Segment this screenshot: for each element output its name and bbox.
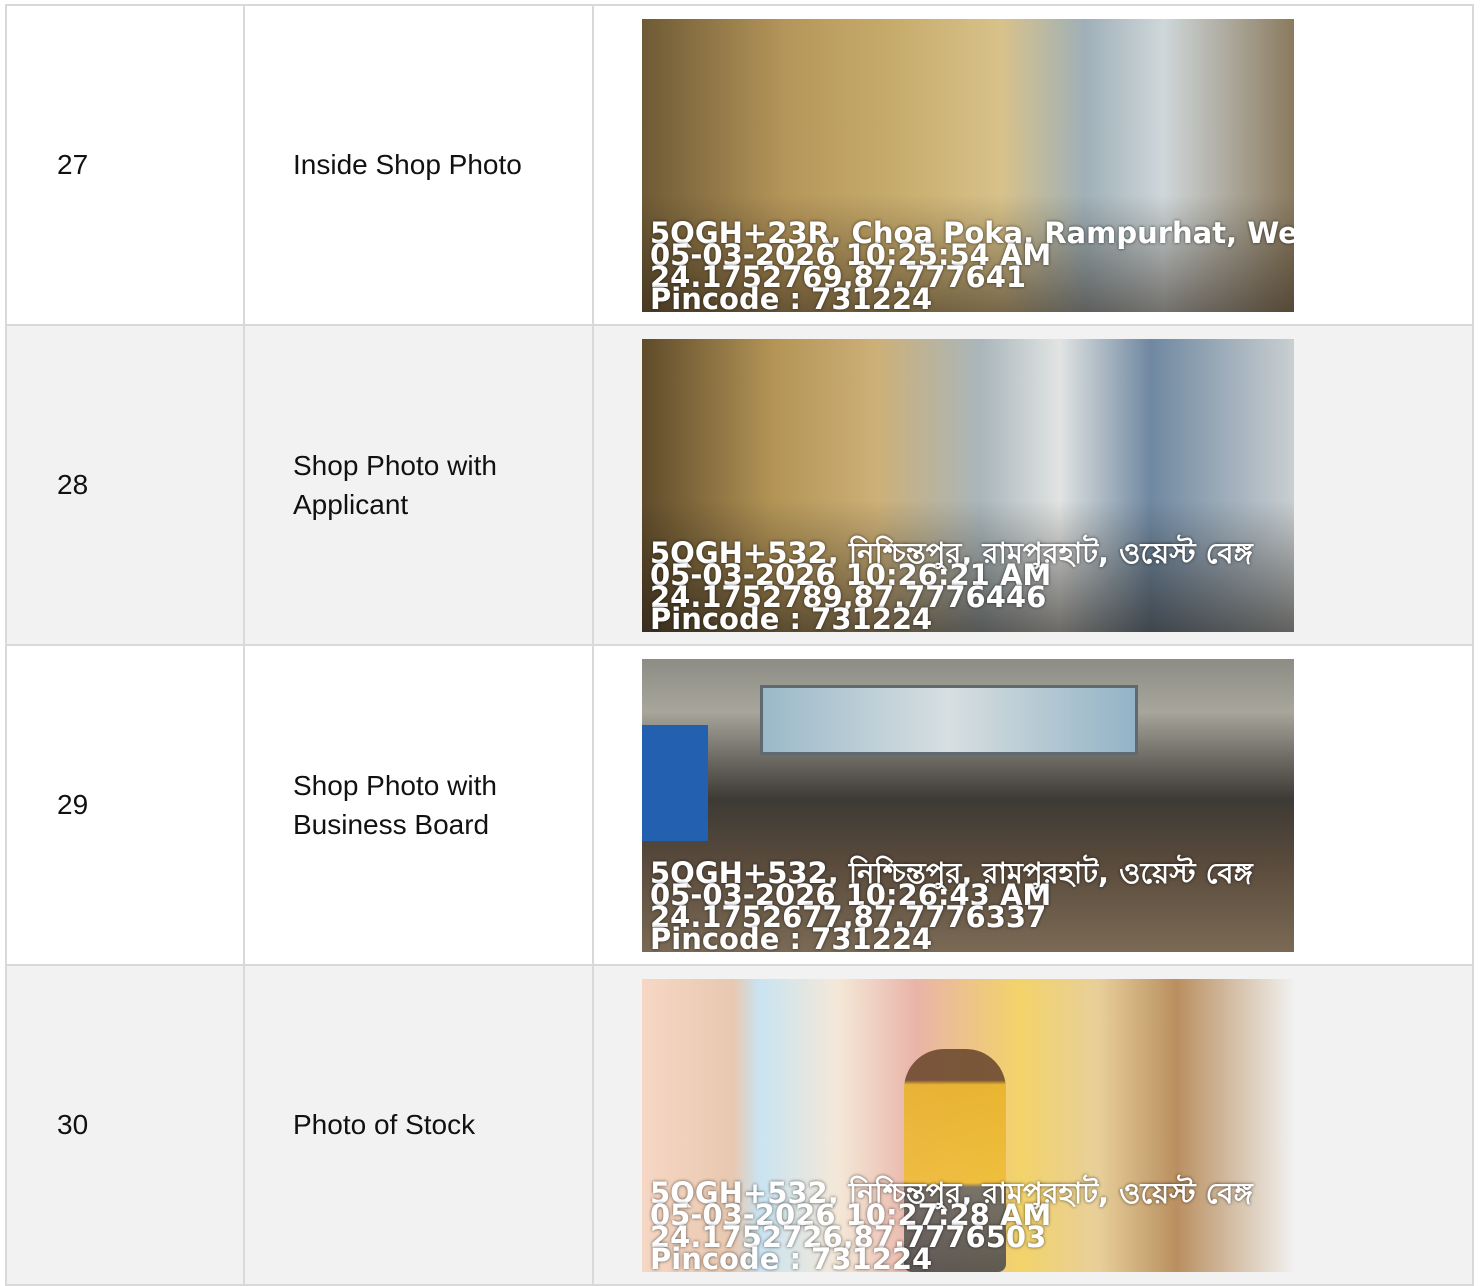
geotag-stamp: 5QGH+23R, Choa Poka, Rampurhat, West Be … [650, 218, 1294, 312]
stock-photo: 5QGH+532, নিশ্চিন্তপুর, রামপুরহাট, ওয়েস… [642, 978, 1294, 1272]
inside-shop-photo: 5QGH+23R, Choa Poka, Rampurhat, West Be … [642, 18, 1294, 312]
row-photo-cell: 5QGH+23R, Choa Poka, Rampurhat, West Be … [592, 4, 1474, 326]
photo-table: 27 Inside Shop Photo 5QGH+23R, Choa Poka… [5, 4, 1474, 1286]
row-number-cell: 28 [5, 324, 245, 646]
row-label-cell: Shop Photo with Applicant [243, 324, 594, 646]
row-number: 27 [57, 149, 89, 180]
business-board [760, 684, 1138, 755]
shop-with-applicant-photo: 5QGH+532, নিশ্চিন্তপুর, রামপুরহাট, ওয়েস… [642, 338, 1294, 632]
row-label: Photo of Stock [293, 1109, 476, 1141]
row-photo-cell: 5QGH+532, নিশ্চিন্তপুর, রামপুরহাট, ওয়েস… [592, 964, 1474, 1286]
row-photo-cell: 5QGH+532, নিশ্চিন্তপুর, রামপুরহাট, ওয়েস… [592, 644, 1474, 966]
row-label-cell: Inside Shop Photo [243, 4, 594, 326]
row-label-cell: Shop Photo with Business Board [243, 644, 594, 966]
geotag-stamp: 5QGH+532, নিশ্চিন্তপুর, রামপুরহাট, ওয়েস… [650, 858, 1253, 952]
side-banner [642, 724, 708, 841]
table-row: 30 Photo of Stock 5QGH+532, নিশ্চিন্তপুর… [5, 964, 1474, 1286]
row-label: Shop Photo with Applicant [293, 449, 497, 520]
geotag-stamp: 5QGH+532, নিশ্চিন্তপুর, রামপুরহাট, ওয়েস… [650, 538, 1253, 632]
row-label: Inside Shop Photo [293, 149, 522, 181]
row-photo-cell: 5QGH+532, নিশ্চিন্তপুর, রামপুরহাট, ওয়েস… [592, 324, 1474, 646]
geotag-stamp: 5QGH+532, নিশ্চিন্তপুর, রামপুরহাট, ওয়েস… [650, 1178, 1253, 1272]
row-number: 30 [57, 1109, 89, 1140]
row-label: Shop Photo with Business Board [293, 769, 497, 840]
row-number: 29 [57, 789, 89, 820]
row-number-cell: 29 [5, 644, 245, 966]
row-label-cell: Photo of Stock [243, 964, 594, 1286]
shop-with-business-board-photo: 5QGH+532, নিশ্চিন্তপুর, রামপুরহাট, ওয়েস… [642, 658, 1294, 952]
table-row: 27 Inside Shop Photo 5QGH+23R, Choa Poka… [5, 4, 1474, 326]
row-number: 28 [57, 469, 89, 500]
table-row: 29 Shop Photo with Business Board 5QGH+5… [5, 644, 1474, 966]
table-row: 28 Shop Photo with Applicant 5QGH+532, ন… [5, 324, 1474, 646]
row-number-cell: 27 [5, 4, 245, 326]
row-number-cell: 30 [5, 964, 245, 1286]
